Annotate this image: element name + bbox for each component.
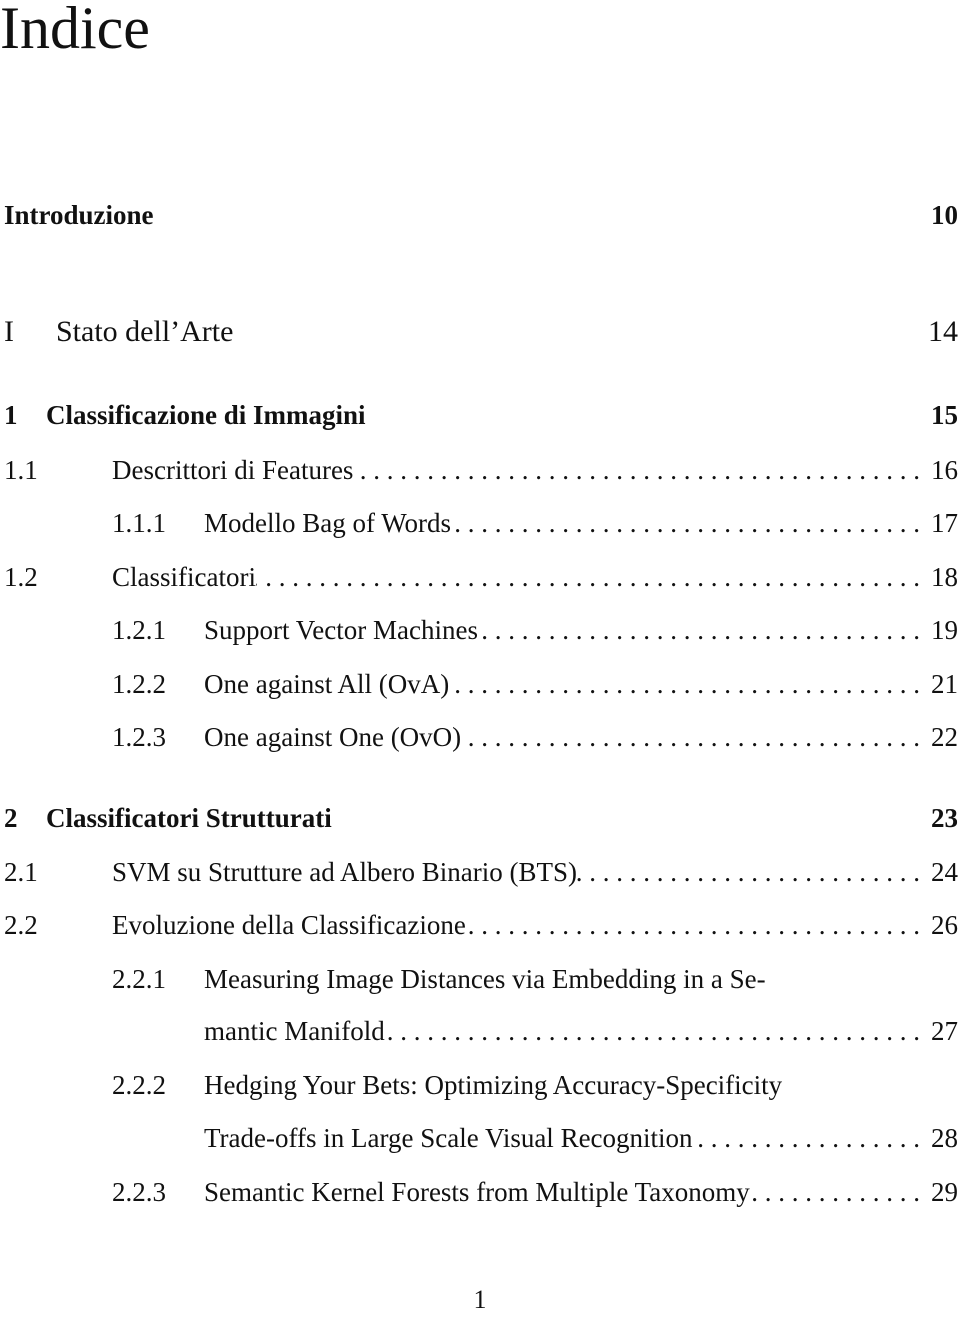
toc-entry-title: Modello Bag of Words bbox=[204, 508, 452, 538]
dot-leader: . . . . . . . . . . . . . . . . . . . . … bbox=[693, 1123, 920, 1153]
toc-entry-title: Semantic Kernel Forests from Multiple Ta… bbox=[204, 1177, 750, 1207]
toc-entry-title: Stato dell’Arte bbox=[56, 315, 234, 348]
toc-entry[interactable]: 1.2.1 Support Vector Machines. . . . . . … bbox=[0, 612, 958, 648]
toc-entry[interactable]: 2 Classificatori Strutturati 23 bbox=[0, 800, 958, 836]
toc-entry-title: Trade-offs in Large Scale Visual Recogni… bbox=[204, 1123, 693, 1153]
toc-entry-number: 1.2.3 bbox=[112, 722, 166, 752]
toc-entry[interactable]: 1 Classificazione di Immagini 15 bbox=[0, 397, 958, 433]
toc-entry-number: 1 bbox=[4, 400, 18, 430]
dot-leader: . . . . . . . . . . . . . . . . . . . . … bbox=[750, 1177, 920, 1207]
toc-entry-page: 16 bbox=[931, 455, 958, 485]
toc-entry-page bbox=[928, 1067, 958, 1103]
dot-leader bbox=[233, 314, 928, 350]
toc-entry-page: 29 bbox=[931, 1177, 958, 1207]
toc-entry-page: 15 bbox=[931, 400, 958, 430]
toc-entry-title: One against One (OvO) bbox=[204, 722, 462, 752]
toc-entry[interactable]: 1.2 Classificatori. . . . . . . . . . . .… bbox=[0, 559, 958, 595]
toc-entry-title: One against All (OvA) bbox=[204, 669, 450, 699]
toc-entry-page bbox=[928, 961, 958, 997]
toc-entry-number: 2.2.1 bbox=[112, 964, 166, 994]
toc-entry[interactable]: 1.2.2 One against All (OvA). . . . . . . … bbox=[0, 666, 958, 702]
toc-entry-number: 2 bbox=[4, 803, 18, 833]
dot-leader: . . . . . . . . . . . . . . . . . . . . … bbox=[451, 508, 920, 538]
toc-entry[interactable]: 1.1.1 Modello Bag of Words. . . . . . . .… bbox=[0, 505, 958, 541]
toc-entry-page: 14 bbox=[928, 315, 958, 348]
toc-entry-number: 2.2.3 bbox=[112, 1177, 166, 1207]
toc-entry-page: 26 bbox=[931, 910, 958, 940]
toc-entry-number: 1.1 bbox=[4, 455, 38, 485]
dot-leader: . . . . . . . . . . . . . . . . . . . . … bbox=[256, 562, 920, 592]
toc-entry-page: 27 bbox=[931, 1016, 958, 1046]
dot-leader bbox=[766, 961, 928, 997]
dot-leader: . . . . . . . . . . . . . . . . . . . . … bbox=[385, 1016, 920, 1046]
dot-leader: . . . . . . . . . . . . . . . . . . . . … bbox=[461, 722, 920, 752]
toc-entry-title: Descrittori di Features bbox=[112, 455, 354, 485]
toc-entry-page: 17 bbox=[931, 508, 958, 538]
toc-entry-title: Support Vector Machines bbox=[204, 615, 478, 645]
toc-entry-title: Measuring Image Distances via Embedding … bbox=[204, 964, 766, 994]
toc-entry-number: I bbox=[4, 315, 14, 348]
toc-entry-title: Classificazione di Immagini bbox=[46, 400, 366, 430]
toc-entry-title: Classificatori Strutturati bbox=[46, 803, 332, 833]
toc-entry[interactable]: mantic Manifold. . . . . . . . . . . . .… bbox=[0, 1013, 958, 1049]
toc-entry-page: 28 bbox=[931, 1123, 958, 1153]
toc-entry-number: 1.2.1 bbox=[112, 615, 166, 645]
toc-entry[interactable]: Trade-offs in Large Scale Visual Recogni… bbox=[0, 1120, 958, 1156]
toc-entry-number: 1.2.2 bbox=[112, 669, 166, 699]
toc-entry-page: 18 bbox=[931, 562, 958, 592]
dot-leader: . . . . . . . . . . . . . . . . . . . . … bbox=[478, 615, 920, 645]
toc-entry-page: 21 bbox=[931, 669, 958, 699]
toc-entry-title: Classificatori bbox=[112, 562, 256, 592]
toc-entry-title: Evoluzione della Classificazione bbox=[112, 910, 466, 940]
dot-leader: . . . . . . . . . . . . . . . . . . . . … bbox=[353, 455, 920, 485]
toc-entry[interactable]: Introduzione 10 bbox=[0, 197, 958, 233]
toc-entry[interactable]: 2.2.3 Semantic Kernel Forests from Multip… bbox=[0, 1174, 958, 1210]
dot-leader: . . . . . . . . . . . . . . . . . . . . … bbox=[449, 669, 920, 699]
toc-entry[interactable]: 2.2.1 Measuring Image Distances via Embed… bbox=[0, 961, 958, 997]
page-title: Indice bbox=[0, 0, 150, 61]
toc-entry-number: 1.1.1 bbox=[112, 508, 166, 538]
toc-entry-page: 10 bbox=[931, 200, 958, 230]
toc-entry[interactable]: I Stato dell’Arte 14 bbox=[0, 314, 958, 350]
toc-entry-page: 19 bbox=[931, 615, 958, 645]
toc-entry[interactable]: 2.2.2 Hedging Your Bets: Optimizing Accur… bbox=[0, 1067, 958, 1103]
dot-leader: . . . . . . . . . . . . . . . . . . . . … bbox=[577, 857, 920, 887]
toc-entry-page: 23 bbox=[931, 803, 958, 833]
toc-entry-number: 2.2.2 bbox=[112, 1070, 166, 1100]
toc-entry-number: 2.2 bbox=[4, 910, 38, 940]
toc-entry[interactable]: 1.1 Descrittori di Features. . . . . . . … bbox=[0, 452, 958, 488]
toc-entry-title: SVM su Strutture ad Albero Binario (BTS) bbox=[112, 857, 577, 887]
toc-entry[interactable]: 2.1 SVM su Strutture ad Albero Binario (B… bbox=[0, 854, 958, 890]
toc-entry[interactable]: 2.2 Evoluzione della Classificazione. . .… bbox=[0, 907, 958, 943]
toc-entry[interactable]: 1.2.3 One against One (OvO). . . . . . . … bbox=[0, 719, 958, 755]
dot-leader bbox=[154, 197, 928, 233]
toc-entry-page: 22 bbox=[931, 722, 958, 752]
dot-leader: . . . . . . . . . . . . . . . . . . . . … bbox=[466, 910, 920, 940]
toc-entry-title: mantic Manifold bbox=[204, 1016, 385, 1046]
dot-leader bbox=[366, 397, 928, 433]
toc-entry-page: 24 bbox=[931, 857, 958, 887]
toc-entry-number: 1.2 bbox=[4, 562, 38, 592]
page-number: 1 bbox=[473, 1285, 487, 1314]
dot-leader bbox=[782, 1067, 928, 1103]
toc-entry-number: 2.1 bbox=[4, 857, 38, 887]
dot-leader bbox=[332, 800, 928, 836]
toc-entry-title: Hedging Your Bets: Optimizing Accuracy-S… bbox=[204, 1070, 783, 1100]
toc-entry-title: Introduzione bbox=[4, 200, 154, 230]
